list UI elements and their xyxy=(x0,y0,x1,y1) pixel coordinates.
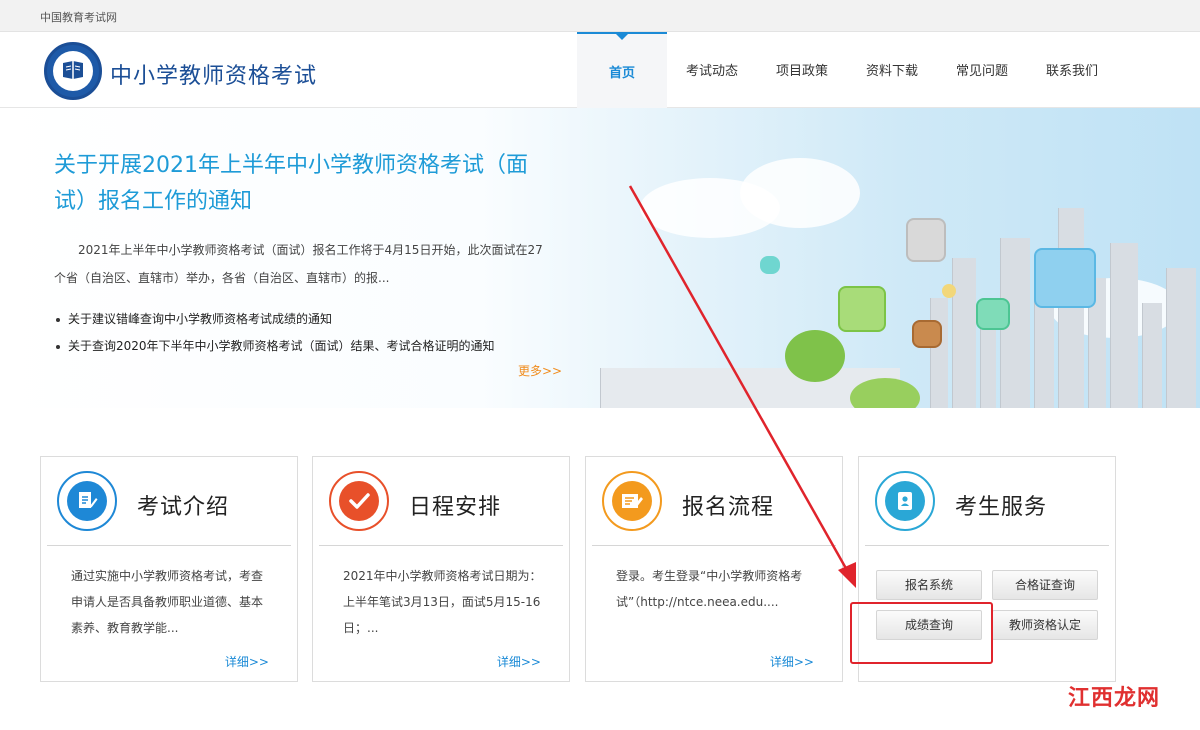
details-link[interactable]: 详细>> xyxy=(770,653,814,670)
card-summary: 2021年中小学教师资格考试日期为：上半年笔试3月13日，面试5月15-16日；… xyxy=(343,569,542,635)
card-title: 报名流程 xyxy=(682,495,775,520)
details-link[interactable]: 详细>> xyxy=(497,653,541,670)
card-registration-process: 报名流程 登录。考生登录“中小学教师资格考试”（http://ntce.neea… xyxy=(585,456,843,682)
certificate-query-button[interactable]: 合格证查询 xyxy=(992,570,1098,600)
building-decoration xyxy=(1110,243,1138,408)
nav-policy[interactable]: 项目政策 xyxy=(757,32,847,108)
news-link[interactable]: 关于查询2020年下半年中小学教师资格考试（面试）结果、考试合格证明的通知 xyxy=(56,333,576,360)
building-decoration xyxy=(930,298,948,408)
checkmark-icon xyxy=(329,471,389,531)
bullet-icon xyxy=(56,344,60,349)
floating-cube-decoration xyxy=(942,284,956,298)
document-pen-icon xyxy=(57,471,117,531)
floating-cube-decoration xyxy=(906,218,946,262)
teacher-qualification-button[interactable]: 教师资格认定 xyxy=(992,610,1098,640)
floating-cube-decoration xyxy=(912,320,942,348)
floating-cube-decoration xyxy=(1034,248,1096,308)
banner: 关于开展2021年上半年中小学教师资格考试（面试）报名工作的通知 2021年上半… xyxy=(0,108,1200,408)
card-schedule: 日程安排 2021年中小学教师资格考试日期为：上半年笔试3月13日，面试5月15… xyxy=(312,456,570,682)
nav-faq[interactable]: 常见问题 xyxy=(937,32,1027,108)
card-summary: 通过实施中小学教师资格考试，考查申请人是否具备教师职业道德、基本素养、教育教学能… xyxy=(71,569,264,635)
nav-home[interactable]: 首页 xyxy=(577,32,667,108)
highlight-box xyxy=(850,602,993,664)
card-title: 考试介绍 xyxy=(137,495,230,520)
card-summary: 登录。考生登录“中小学教师资格考试”（http://ntce.neea.edu.… xyxy=(616,569,803,609)
contact-book-icon xyxy=(875,471,935,531)
divider xyxy=(865,545,1109,546)
site-title[interactable]: 中小学教师资格考试 xyxy=(110,58,317,90)
more-link[interactable]: 更多>> xyxy=(518,362,562,379)
floating-cube-decoration xyxy=(760,256,780,274)
card-title: 考生服务 xyxy=(955,495,1048,520)
floating-cube-decoration xyxy=(838,286,886,332)
news-link[interactable]: 关于建议错峰查询中小学教师资格考试成绩的通知 xyxy=(56,306,576,333)
tree-decoration xyxy=(785,330,845,382)
tree-decoration xyxy=(850,378,920,408)
banner-description: 2021年上半年中小学教师资格考试（面试）报名工作将于4月15日开始，此次面试在… xyxy=(54,243,543,285)
banner-news-list: 关于建议错峰查询中小学教师资格考试成绩的通知 关于查询2020年下半年中小学教师… xyxy=(56,306,576,360)
nav-contact[interactable]: 联系我们 xyxy=(1027,32,1117,108)
details-link[interactable]: 详细>> xyxy=(225,653,269,670)
nav-exam-news[interactable]: 考试动态 xyxy=(667,32,757,108)
active-caret-icon xyxy=(616,34,628,40)
bullet-icon xyxy=(56,317,60,322)
card-exam-intro: 考试介绍 通过实施中小学教师资格考试，考查申请人是否具备教师职业道德、基本素养、… xyxy=(40,456,298,682)
divider xyxy=(47,545,291,546)
form-edit-icon xyxy=(602,471,662,531)
divider xyxy=(319,545,563,546)
building-decoration xyxy=(1058,208,1084,408)
building-decoration xyxy=(1142,303,1162,408)
top-bar: 中国教育考试网 xyxy=(0,0,1200,32)
logo-emblem-icon[interactable] xyxy=(44,42,102,100)
building-decoration xyxy=(1166,268,1196,408)
building-decoration xyxy=(952,258,976,408)
floating-cube-decoration xyxy=(976,298,1010,330)
header: 中小学教师资格考试 首页 考试动态 项目政策 资料下载 常见问题 联系我们 xyxy=(0,32,1200,108)
cloud-decoration xyxy=(740,158,860,228)
divider xyxy=(592,545,836,546)
nav-downloads[interactable]: 资料下载 xyxy=(847,32,937,108)
site-name-link[interactable]: 中国教育考试网 xyxy=(40,9,117,25)
card-title: 日程安排 xyxy=(409,495,502,520)
banner-headline-link[interactable]: 关于开展2021年上半年中小学教师资格考试（面试）报名工作的通知 xyxy=(54,148,554,220)
watermark: 江西龙网 xyxy=(1068,686,1161,711)
registration-system-button[interactable]: 报名系统 xyxy=(876,570,982,600)
